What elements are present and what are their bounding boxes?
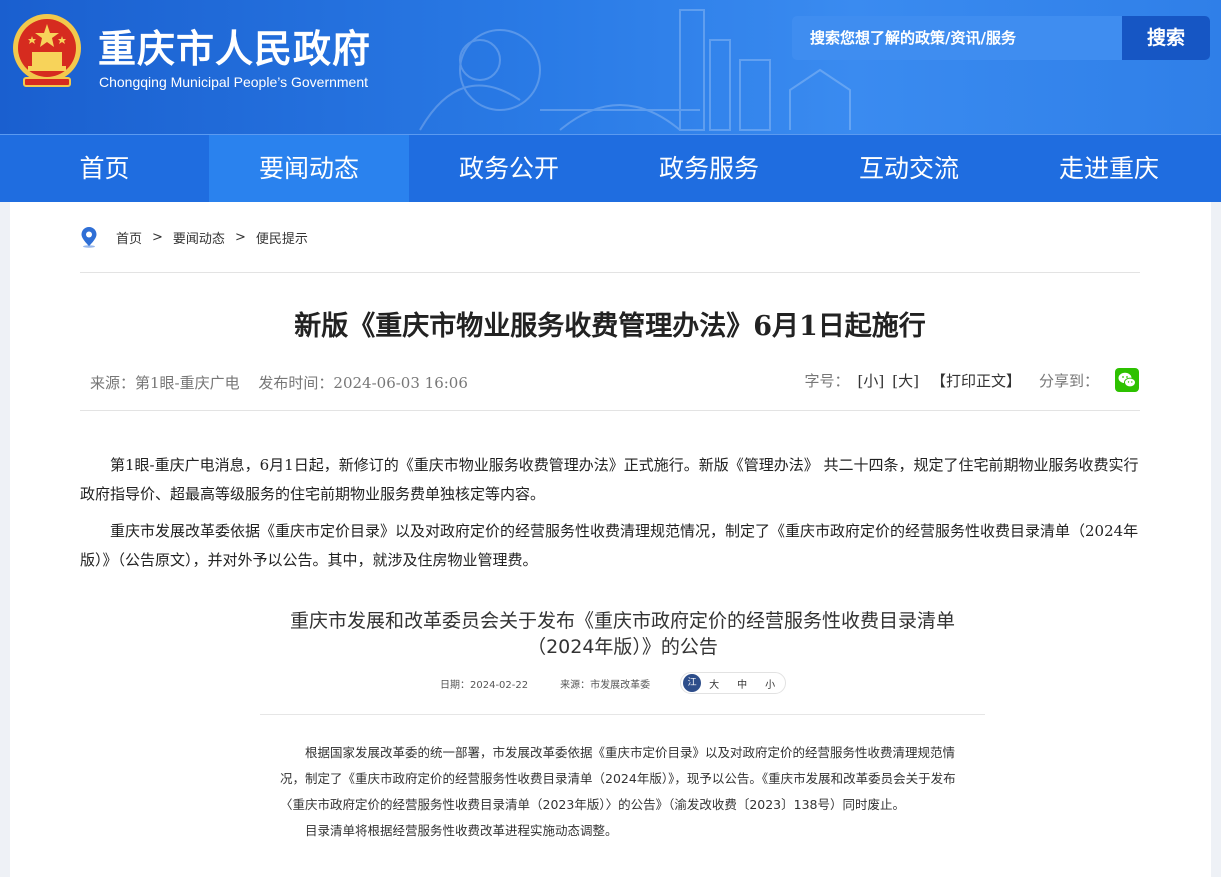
site-subtitle: Chongqing Municipal People’s Government xyxy=(99,74,369,90)
article-publish-time: 发布时间：2024-06-03 16:06 xyxy=(258,374,468,392)
notice-meta: 日期：2024-02-22 来源：市发展改革委 江 大 中 小 xyxy=(440,672,787,694)
notice-title: 重庆市发展和改革委员会关于发布《重庆市政府定价的经营服务性收费目录清单 （202… xyxy=(260,608,985,660)
notice-title-line: 重庆市发展和改革委员会关于发布《重庆市政府定价的经营服务性收费目录清单 xyxy=(289,610,955,632)
notice-body: 根据国家发展改革委的统一部署，市发展改革委依据《重庆市定价目录》以及对政府定价的… xyxy=(280,740,970,844)
article-source: 来源：第1眼-重庆广电 xyxy=(90,374,240,392)
national-emblem-icon xyxy=(13,14,81,87)
print-button[interactable]: 【打印正文】 xyxy=(931,370,1021,391)
breadcrumb: 首页 > 要闻动态 > 便民提示 xyxy=(80,226,308,248)
notice-size-large: 大 xyxy=(709,679,720,691)
notice-font-size-control: 江 大 中 小 xyxy=(680,672,787,694)
article-paragraph: 第1眼-重庆广电消息，6月1日起，新修订的《重庆市物业服务收费管理办法》正式施行… xyxy=(80,456,1139,503)
search-input[interactable] xyxy=(792,16,1122,60)
city-skyline-decoration xyxy=(419,9,851,131)
nav-item-gov-services[interactable]: 政务服务 xyxy=(609,135,809,203)
nav-item-interaction[interactable]: 互动交流 xyxy=(809,135,1009,203)
nav-item-home[interactable]: 首页 xyxy=(0,135,209,203)
notice-divider xyxy=(260,714,985,715)
breadcrumb-news[interactable]: 要闻动态 xyxy=(173,228,225,247)
notice-paragraph: 根据国家发展改革委的统一部署，市发展改革委依据《重庆市定价目录》以及对政府定价的… xyxy=(280,745,956,812)
main-nav: 首页 要闻动态 政务公开 政务服务 互动交流 走进重庆 xyxy=(0,134,1221,203)
location-pin-icon xyxy=(81,227,97,248)
article-meta: 来源：第1眼-重庆广电 发布时间：2024-06-03 16:06 xyxy=(90,372,482,393)
nav-item-gov-affairs[interactable]: 政务公开 xyxy=(409,135,609,203)
article-title: 新版《重庆市物业服务收费管理办法》6月1日起施行 xyxy=(294,311,926,342)
nav-item-news[interactable]: 要闻动态 xyxy=(209,135,409,203)
embedded-notice-image: 重庆市发展和改革委员会关于发布《重庆市政府定价的经营服务性收费目录清单 （202… xyxy=(260,602,985,877)
notice-source: 来源：市发展改革委 xyxy=(560,679,651,691)
breadcrumb-separator: > xyxy=(152,229,163,245)
breadcrumb-home[interactable]: 首页 xyxy=(116,228,142,247)
share-label: 分享到： xyxy=(1038,371,1099,390)
font-large-button[interactable]: [大] xyxy=(892,370,919,391)
wechat-share-icon[interactable] xyxy=(1115,368,1139,392)
search-button[interactable]: 搜索 xyxy=(1122,16,1210,60)
notice-badge-icon: 江 xyxy=(683,674,702,692)
nav-item-about-chongqing[interactable]: 走进重庆 xyxy=(1009,135,1209,203)
notice-title-line: （2024年版）》的公告 xyxy=(527,636,718,658)
site-header: 重庆市人民政府 Chongqing Municipal People’s Gov… xyxy=(0,0,1221,134)
breadcrumb-divider xyxy=(80,272,1140,273)
notice-paragraph: 目录清单将根据经营服务性收费改革进程实施动态调整。 xyxy=(305,823,618,838)
article-card: 首页 > 要闻动态 > 便民提示 新版《重庆市物业服务收费管理办法》6月1日起施… xyxy=(10,202,1211,877)
breadcrumb-tips[interactable]: 便民提示 xyxy=(256,228,308,247)
notice-date: 日期：2024-02-22 xyxy=(440,679,529,691)
font-size-label: 字号： xyxy=(804,371,850,390)
article-paragraph: 重庆市发展改革委依据《重庆市定价目录》以及对政府定价的经营服务性收费清理规范情况… xyxy=(80,522,1139,569)
meta-divider xyxy=(80,410,1140,411)
site-title[interactable]: 重庆市人民政府 xyxy=(98,18,371,73)
breadcrumb-separator: > xyxy=(234,229,246,245)
font-small-button[interactable]: [小] xyxy=(858,370,885,391)
article-tools: 字号： [小] [大] 【打印正文】 分享到： xyxy=(805,364,1139,396)
notice-size-medium: 中 xyxy=(737,679,748,691)
notice-size-small: 小 xyxy=(765,679,776,691)
